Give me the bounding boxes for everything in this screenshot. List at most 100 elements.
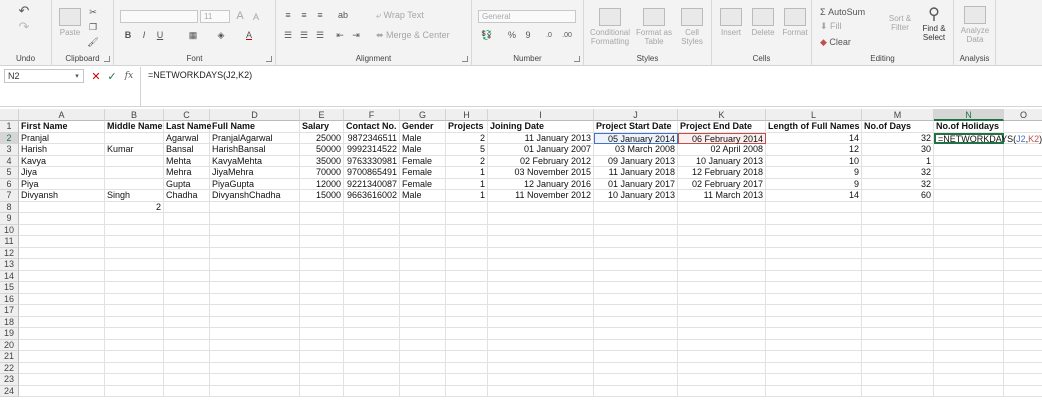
cell-d16[interactable] [210, 293, 300, 305]
row-header-16[interactable]: 16 [0, 293, 19, 305]
cell-c11[interactable] [164, 236, 210, 248]
cell-f21[interactable] [344, 351, 400, 363]
cell-n8[interactable] [934, 201, 1004, 213]
cell-o10[interactable] [1004, 225, 1042, 236]
column-header-f[interactable]: F [344, 109, 400, 121]
cell-k9[interactable] [678, 213, 766, 225]
cell-m23[interactable] [862, 374, 934, 386]
cell-j23[interactable] [594, 374, 678, 386]
cell-k6[interactable]: 02 February 2017 [678, 178, 766, 190]
row-header-11[interactable]: 11 [0, 236, 19, 248]
cell-f3[interactable]: 9992314522 [344, 144, 400, 156]
cell-n9[interactable] [934, 213, 1004, 225]
cell-n2[interactable]: =NETWORKDAYS(J2,K2) [934, 132, 1042, 144]
cell-l13[interactable] [766, 259, 862, 271]
row-header-2[interactable]: 2 [0, 132, 19, 144]
cell-j12[interactable] [594, 247, 678, 259]
row-header-1[interactable]: 1 [0, 121, 19, 133]
cell-j16[interactable] [594, 293, 678, 305]
cell-e1[interactable]: Salary [300, 121, 344, 133]
cell-g14[interactable] [400, 270, 446, 282]
cell-d21[interactable] [210, 351, 300, 363]
cell-a19[interactable] [19, 328, 105, 340]
cell-k19[interactable] [678, 328, 766, 340]
cell-e22[interactable] [300, 362, 344, 374]
orientation-icon[interactable]: ab [336, 9, 350, 21]
row-header-15[interactable]: 15 [0, 282, 19, 294]
cell-n6[interactable] [934, 178, 1004, 190]
row-header-10[interactable]: 10 [0, 224, 19, 236]
cell-h14[interactable] [446, 270, 488, 282]
cell-d24[interactable] [210, 385, 300, 397]
cell-k10[interactable] [678, 224, 766, 236]
cell-b11[interactable] [105, 236, 164, 248]
cell-e18[interactable] [300, 316, 344, 328]
cell-c12[interactable] [164, 247, 210, 259]
cell-c13[interactable] [164, 259, 210, 271]
cell-e14[interactable] [300, 270, 344, 282]
cell-l6[interactable]: 9 [766, 178, 862, 190]
cell-f2[interactable]: 9872346511 [344, 132, 400, 144]
cell-j24[interactable] [594, 385, 678, 397]
format-painter-icon[interactable]: 🖌 [86, 36, 100, 48]
cell-c20[interactable] [164, 339, 210, 351]
row-header-24[interactable]: 24 [0, 385, 19, 397]
cell-l20[interactable] [766, 339, 862, 351]
cell-m11[interactable] [862, 236, 934, 248]
borders-icon[interactable]: ▦ [186, 29, 200, 41]
cell-j14[interactable] [594, 270, 678, 282]
cell-h8[interactable] [446, 201, 488, 213]
cell-g12[interactable] [400, 247, 446, 259]
alignment-launcher-icon[interactable] [462, 56, 468, 62]
cell-f19[interactable] [344, 328, 400, 340]
cell-k15[interactable] [678, 282, 766, 294]
cell-h10[interactable] [446, 224, 488, 236]
cell-b8[interactable]: 2 [105, 201, 164, 213]
cell-c9[interactable] [164, 213, 210, 225]
cell-c1[interactable]: Last Name [164, 121, 212, 133]
cell-b17[interactable] [105, 305, 164, 317]
cell-m16[interactable] [862, 293, 934, 305]
column-header-c[interactable]: C [164, 109, 210, 121]
undo-icon[interactable]: ↶ [14, 3, 34, 18]
cell-n21[interactable] [934, 351, 1004, 363]
cell-g15[interactable] [400, 282, 446, 294]
row-header-14[interactable]: 14 [0, 270, 19, 282]
cell-d11[interactable] [210, 236, 300, 248]
cell-g16[interactable] [400, 293, 446, 305]
cell-m6[interactable]: 32 [862, 178, 934, 190]
cell-a2[interactable]: Pranjal [19, 132, 105, 144]
select-all-corner[interactable] [0, 109, 19, 121]
cell-styles-button[interactable]: Cell Styles [676, 8, 708, 46]
cell-k17[interactable] [678, 305, 766, 317]
cell-a21[interactable] [19, 351, 105, 363]
font-size-select[interactable]: 11 [200, 10, 230, 23]
cell-h19[interactable] [446, 328, 488, 340]
cell-j3[interactable]: 03 March 2008 [594, 144, 678, 156]
cell-i18[interactable] [488, 316, 594, 328]
cell-j22[interactable] [594, 362, 678, 374]
cell-o21[interactable] [1004, 351, 1042, 363]
cell-n10[interactable] [934, 224, 1004, 236]
cell-f13[interactable] [344, 259, 400, 271]
cell-a23[interactable] [19, 374, 105, 386]
insert-function-icon[interactable]: fx [122, 69, 136, 83]
cell-c5[interactable]: Mehra [164, 167, 210, 179]
cell-n15[interactable] [934, 282, 1004, 294]
row-header-13[interactable]: 13 [0, 259, 19, 271]
cell-o24[interactable] [1004, 386, 1042, 397]
cell-g6[interactable]: Female [400, 178, 446, 190]
cell-o13[interactable] [1004, 259, 1042, 271]
column-header-a[interactable]: A [19, 109, 105, 121]
cell-k18[interactable] [678, 316, 766, 328]
cell-g19[interactable] [400, 328, 446, 340]
cell-b2[interactable] [105, 132, 164, 144]
cell-a22[interactable] [19, 362, 105, 374]
cell-i4[interactable]: 02 February 2012 [488, 155, 594, 167]
find-select-button[interactable]: ⚲ Find & Select [916, 6, 952, 42]
cell-o19[interactable] [1004, 328, 1042, 340]
cell-b16[interactable] [105, 293, 164, 305]
cell-a7[interactable]: Divyansh [19, 190, 105, 202]
clipboard-launcher-icon[interactable] [104, 56, 110, 62]
cell-j20[interactable] [594, 339, 678, 351]
